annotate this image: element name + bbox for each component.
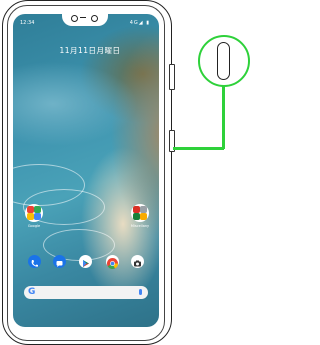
google-search-bar[interactable]: G	[24, 286, 148, 299]
chrome-icon[interactable]	[106, 255, 119, 269]
google-logo-icon: G	[28, 287, 36, 297]
google-folder-icon[interactable]	[25, 204, 43, 222]
callout-leader-horizontal	[173, 147, 224, 150]
earpiece	[80, 17, 86, 18]
microphone-icon[interactable]	[139, 289, 142, 295]
home-screen	[13, 14, 159, 327]
play-store-icon[interactable]	[79, 255, 92, 268]
phone-icon[interactable]	[28, 255, 41, 268]
widget-label-google: Google	[27, 224, 41, 228]
side-key-callout	[198, 35, 250, 87]
status-time: 12:34	[20, 20, 35, 26]
lock-date: 11月11日月曜日	[59, 46, 121, 55]
volume-button[interactable]	[169, 64, 175, 90]
sensor-icon	[91, 15, 98, 22]
callout-leader-vertical	[222, 86, 225, 149]
status-indicators: 4G◢ ▮	[129, 20, 150, 26]
camera-icon[interactable]	[131, 255, 144, 268]
widget-label-misc: Miscellany	[130, 224, 150, 228]
side-key-magnified-icon	[217, 42, 230, 80]
notch	[62, 11, 108, 26]
front-camera-icon	[71, 15, 78, 22]
misc-folder-icon[interactable]	[131, 204, 149, 222]
messages-icon[interactable]	[53, 255, 66, 268]
phone-device: 12:34 4G◢ ▮ 11月11日月曜日 Google Miscellany …	[0, 0, 176, 345]
